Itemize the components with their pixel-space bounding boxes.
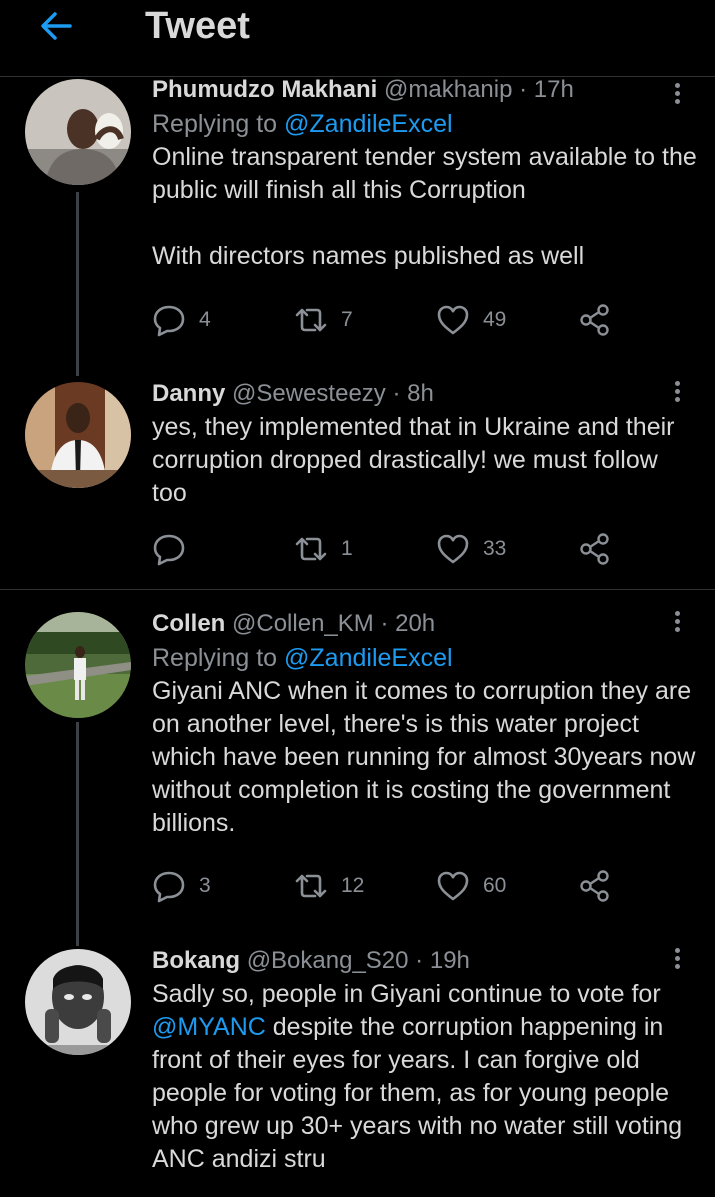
reply-icon [153,871,185,903]
share-icon [580,533,609,565]
heart-icon [437,534,469,564]
more-options-button[interactable] [667,945,687,975]
author-name[interactable]: Bokang [152,947,240,974]
mention-link[interactable]: @MYANC [152,1013,266,1041]
thread-line [76,722,79,946]
retweet-icon [295,537,327,561]
like-count: 60 [483,874,507,897]
avatar[interactable] [25,382,131,488]
separator: · [415,947,424,974]
retweet-button[interactable]: 1 [294,527,353,571]
reply-icon [153,534,185,566]
retweet-icon [295,308,327,332]
separator: · [380,610,389,637]
author-name[interactable]: Phumudzo Makhani [152,76,377,103]
retweet-button[interactable]: 12 [294,864,364,908]
reply-button[interactable]: 4 [152,298,211,342]
more-options-button[interactable] [667,378,687,408]
thread-line [76,192,79,376]
avatar[interactable] [25,612,131,718]
action-bar: 4 7 49 [152,298,622,342]
divider [0,589,715,590]
like-button[interactable]: 60 [436,864,506,908]
tweet-header: Phumudzo Makhani @makhanip · 17h [152,76,697,104]
tweet-header: Bokang @Bokang_S20 · 19h [152,947,697,975]
like-button[interactable]: 33 [436,527,506,571]
arrow-left-icon [41,12,72,40]
timestamp[interactable]: 17h [534,76,574,103]
tweet-text: Giyani ANC when it comes to corruption t… [152,677,696,837]
action-bar: 1 33 [152,527,622,571]
retweet-button[interactable]: 7 [294,298,353,342]
like-count: 49 [483,308,507,331]
page-title: Tweet [145,5,250,47]
tweet-header: Collen @Collen_KM · 20h [152,610,697,638]
like-count: 33 [483,537,507,560]
author-name[interactable]: Collen [152,610,225,637]
share-button[interactable] [578,864,612,908]
back-button[interactable] [36,6,76,46]
more-options-button[interactable] [667,608,687,638]
mention-link[interactable]: @ZandileExcel [284,110,453,138]
tweet-text: yes, they implemented that in Ukraine an… [152,413,675,507]
retweet-count: 12 [341,874,365,897]
reply-count: 4 [199,308,211,331]
retweet-count: 1 [341,537,353,560]
heart-icon [437,871,469,901]
more-options-button[interactable] [667,80,687,110]
share-button[interactable] [578,527,612,571]
replying-label: Replying to [152,110,285,138]
mention-link[interactable]: @ZandileExcel [284,644,453,672]
share-icon [580,304,609,336]
timestamp[interactable]: 8h [407,380,434,407]
tweet-header: Danny @Sewesteezy · 8h [152,380,697,408]
avatar[interactable] [25,949,131,1055]
reply-count: 3 [199,874,211,897]
author-handle[interactable]: @Collen_KM [232,610,374,637]
reply-button[interactable] [152,527,186,571]
tweet-text: Online transparent tender system availab… [152,143,697,204]
tweet-text-part: Sadly so, people in Giyani continue to v… [152,980,661,1008]
share-button[interactable] [578,298,612,342]
replying-to: Replying to @ZandileExcel [152,642,697,675]
share-icon [580,870,609,902]
retweet-count: 7 [341,308,353,331]
top-bar: Tweet [0,0,715,77]
heart-icon [437,305,469,335]
author-handle[interactable]: @Sewesteezy [232,380,386,407]
reply-button[interactable]: 3 [152,864,211,908]
like-button[interactable]: 49 [436,298,506,342]
replying-to: Replying to @ZandileExcel [152,108,697,141]
timestamp[interactable]: 19h [430,947,470,974]
replying-label: Replying to [152,644,285,672]
author-handle[interactable]: @Bokang_S20 [247,947,409,974]
tweet-text: With directors names published as well [152,242,585,270]
separator: · [519,76,528,103]
avatar[interactable] [25,79,131,185]
action-bar: 3 12 60 [152,864,622,908]
reply-icon [153,305,185,337]
timestamp[interactable]: 20h [395,610,435,637]
separator: · [392,380,401,407]
author-name[interactable]: Danny [152,380,225,407]
tweet-text: Sadly so, people in Giyani continue to v… [152,978,697,1176]
retweet-icon [295,874,327,898]
author-handle[interactable]: @makhanip [384,76,512,103]
